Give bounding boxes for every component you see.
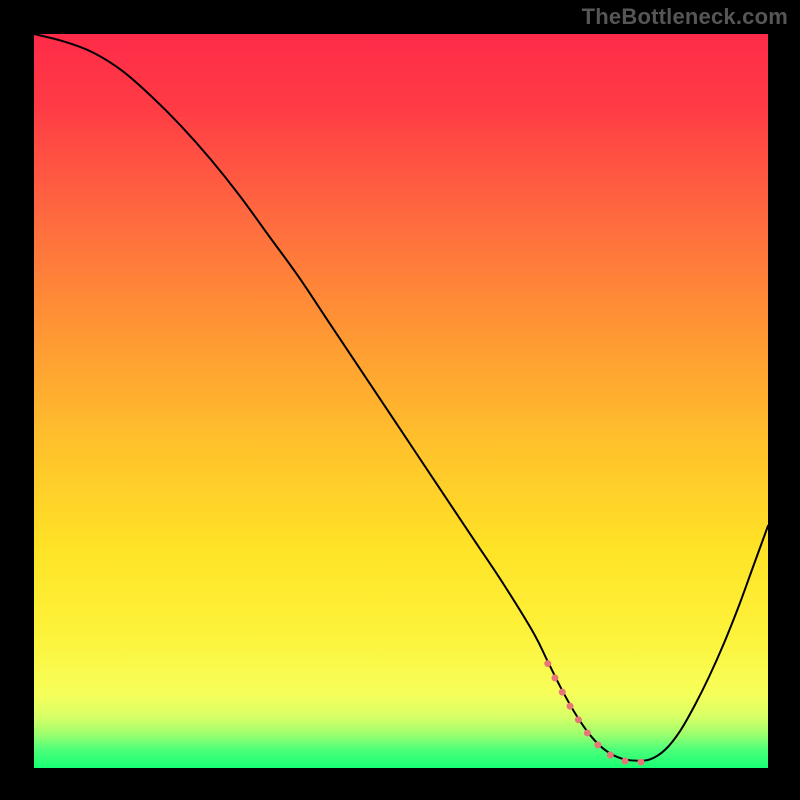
- plot-area: [34, 34, 768, 768]
- chart-svg: [34, 34, 768, 768]
- chart-container: TheBottleneck.com: [0, 0, 800, 800]
- gradient-background: [34, 34, 768, 768]
- attribution-text: TheBottleneck.com: [582, 4, 788, 30]
